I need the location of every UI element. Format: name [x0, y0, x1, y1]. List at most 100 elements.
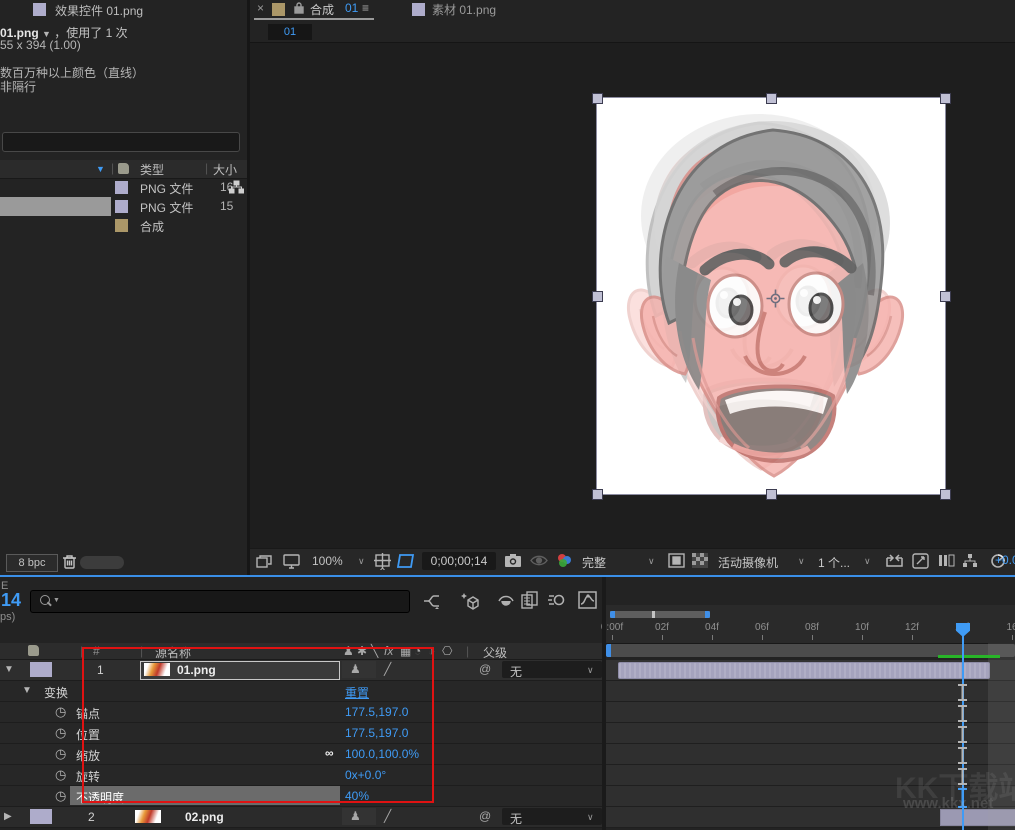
layer-duration-bar[interactable] [618, 662, 990, 679]
close-icon[interactable]: × [257, 1, 264, 15]
work-area-tick [652, 611, 655, 618]
comp-navigator-chip[interactable]: 01 [268, 24, 312, 40]
timeline-pane-divider[interactable] [602, 577, 606, 830]
column-type[interactable]: 类型 [140, 161, 164, 178]
label-column-icon[interactable] [118, 163, 129, 174]
monitor-icon[interactable] [283, 554, 300, 569]
twirl-open-icon[interactable]: ▼ [22, 685, 32, 696]
project-search-box[interactable] [2, 132, 240, 152]
duration-bar-start-cap[interactable] [606, 644, 611, 657]
stopwatch-icon[interactable]: ◷ [55, 705, 66, 718]
layer-track-1[interactable] [606, 660, 1015, 681]
selection-handle[interactable] [592, 489, 603, 500]
comp-label-chip[interactable] [115, 219, 128, 232]
footage-icon [412, 3, 425, 16]
scroll-pill[interactable] [80, 556, 124, 569]
sort-arrow-icon[interactable]: ▼ [96, 164, 105, 174]
tab-menu-icon[interactable]: ≡ [362, 1, 369, 15]
transform-group-label[interactable]: 变换 [44, 684, 68, 701]
show-snapshot-eye-icon[interactable] [530, 554, 548, 567]
project-row-02png-selected[interactable]: PNG 文件 15 [0, 197, 247, 216]
tab-effect-controls[interactable]: 效果控件 01.png [55, 2, 143, 19]
zoom-level-dropdown[interactable]: 100% [312, 554, 343, 568]
selection-handle[interactable] [940, 489, 951, 500]
layer-search-box[interactable]: ▼ [30, 590, 410, 613]
region-of-interest-icon[interactable] [396, 553, 416, 569]
selection-handle[interactable] [940, 93, 951, 104]
refresh-view-icon[interactable] [912, 553, 929, 569]
selection-handle[interactable] [766, 93, 777, 104]
channel-rgb-icon[interactable] [556, 553, 573, 569]
quality-slash-icon[interactable]: ╱ [384, 809, 391, 823]
selection-handle[interactable] [592, 93, 603, 104]
selection-handle[interactable] [940, 291, 951, 302]
chevron-down-icon[interactable]: ∨ [358, 556, 365, 567]
anchor-point-crosshair[interactable] [766, 289, 785, 308]
stopwatch-icon[interactable]: ◷ [55, 768, 66, 781]
used-in-comp-icon[interactable] [229, 180, 244, 195]
chevron-down-icon[interactable]: ∨ [798, 556, 805, 567]
time-ruler[interactable]: 0:00f02f04f06f08f10f12f14f16 [604, 605, 1015, 644]
tab-composition-number[interactable]: 01 [345, 1, 358, 15]
column-size[interactable]: 大小 [213, 161, 237, 178]
tab-composition[interactable]: 合成 [310, 1, 334, 18]
layer-label-chip[interactable] [30, 662, 52, 677]
transparency-grid-icon[interactable] [692, 553, 708, 568]
ruler-tick-label: 12f [905, 622, 919, 633]
ruler-tick-mark [812, 635, 813, 640]
chevron-down-icon[interactable]: ∨ [648, 556, 655, 567]
stopwatch-icon[interactable]: ◷ [55, 789, 66, 802]
frame-blend-icon[interactable] [521, 591, 539, 609]
selection-handle[interactable] [766, 489, 777, 500]
motion-blur-icon[interactable] [548, 592, 566, 608]
work-area-bar[interactable] [610, 611, 710, 618]
current-timecode[interactable]: 14 [1, 590, 21, 611]
layer-label-chip[interactable] [30, 809, 52, 824]
stopwatch-icon[interactable]: ◷ [55, 747, 66, 760]
flowchart-button-icon[interactable] [962, 553, 978, 568]
view-layout-dropdown[interactable]: 1 个... [818, 554, 850, 571]
label-column-icon[interactable] [28, 645, 39, 656]
target-region-icon[interactable] [668, 553, 685, 568]
row-type: PNG 文件 [140, 180, 193, 197]
draft-3d-icon[interactable] [460, 591, 480, 610]
parent-pickwhip-icon[interactable]: @ [479, 809, 491, 823]
grid-guides-icon[interactable] [374, 553, 392, 570]
column-parent[interactable]: 父级 [483, 644, 507, 661]
3d-switch-icon[interactable]: ⎔ [442, 644, 452, 658]
lock-icon[interactable] [293, 2, 305, 15]
png-label-chip[interactable] [115, 181, 128, 194]
chevron-down-icon: ∨ [587, 665, 594, 676]
stopwatch-icon[interactable]: ◷ [55, 726, 66, 739]
twirl-closed-icon[interactable]: ▶ [4, 811, 12, 822]
trash-icon[interactable] [62, 554, 77, 570]
layer-name[interactable]: 02.png [185, 810, 224, 824]
layer-row-2[interactable]: ▶ 2 02.png ♟ ╱ @ 无 ∨ [0, 807, 604, 828]
work-area-start-handle[interactable] [610, 611, 615, 618]
camera-view-dropdown[interactable]: 活动摄像机 [718, 554, 778, 571]
parent-pickwhip-icon[interactable]: @ [479, 662, 491, 676]
timecode-display[interactable]: 0;00;00;14 [422, 552, 496, 570]
quality-best-icon[interactable]: ♟ [350, 809, 361, 823]
share-view-icon[interactable] [886, 554, 903, 568]
png-label-chip[interactable] [115, 200, 128, 213]
parent-dropdown[interactable]: 无 ∨ [502, 808, 602, 825]
shy-layers-icon[interactable] [497, 593, 515, 608]
parent-dropdown[interactable]: 无 ∨ [502, 661, 602, 678]
active-tab-underline [254, 18, 374, 20]
snapshot-camera-icon[interactable] [504, 553, 522, 568]
graph-editor-icon[interactable] [578, 591, 597, 609]
project-row-comp[interactable]: 合成 [0, 216, 247, 235]
timeline-button-icon[interactable] [938, 553, 955, 568]
always-preview-icon[interactable] [256, 554, 272, 569]
twirl-open-icon[interactable]: ▼ [4, 664, 14, 675]
project-row-01png[interactable]: PNG 文件 16 [0, 178, 247, 197]
tab-footage[interactable]: 素材 01.png [432, 1, 496, 18]
work-area-end-handle[interactable] [705, 611, 710, 618]
bpc-button[interactable]: 8 bpc [6, 554, 58, 572]
chevron-down-icon[interactable]: ∨ [864, 556, 871, 567]
comp-mini-flowchart-icon[interactable] [423, 593, 440, 609]
selection-handle[interactable] [592, 291, 603, 302]
exposure-value[interactable]: +0.0 [995, 553, 1015, 567]
resolution-dropdown[interactable]: 完整 [582, 554, 606, 571]
